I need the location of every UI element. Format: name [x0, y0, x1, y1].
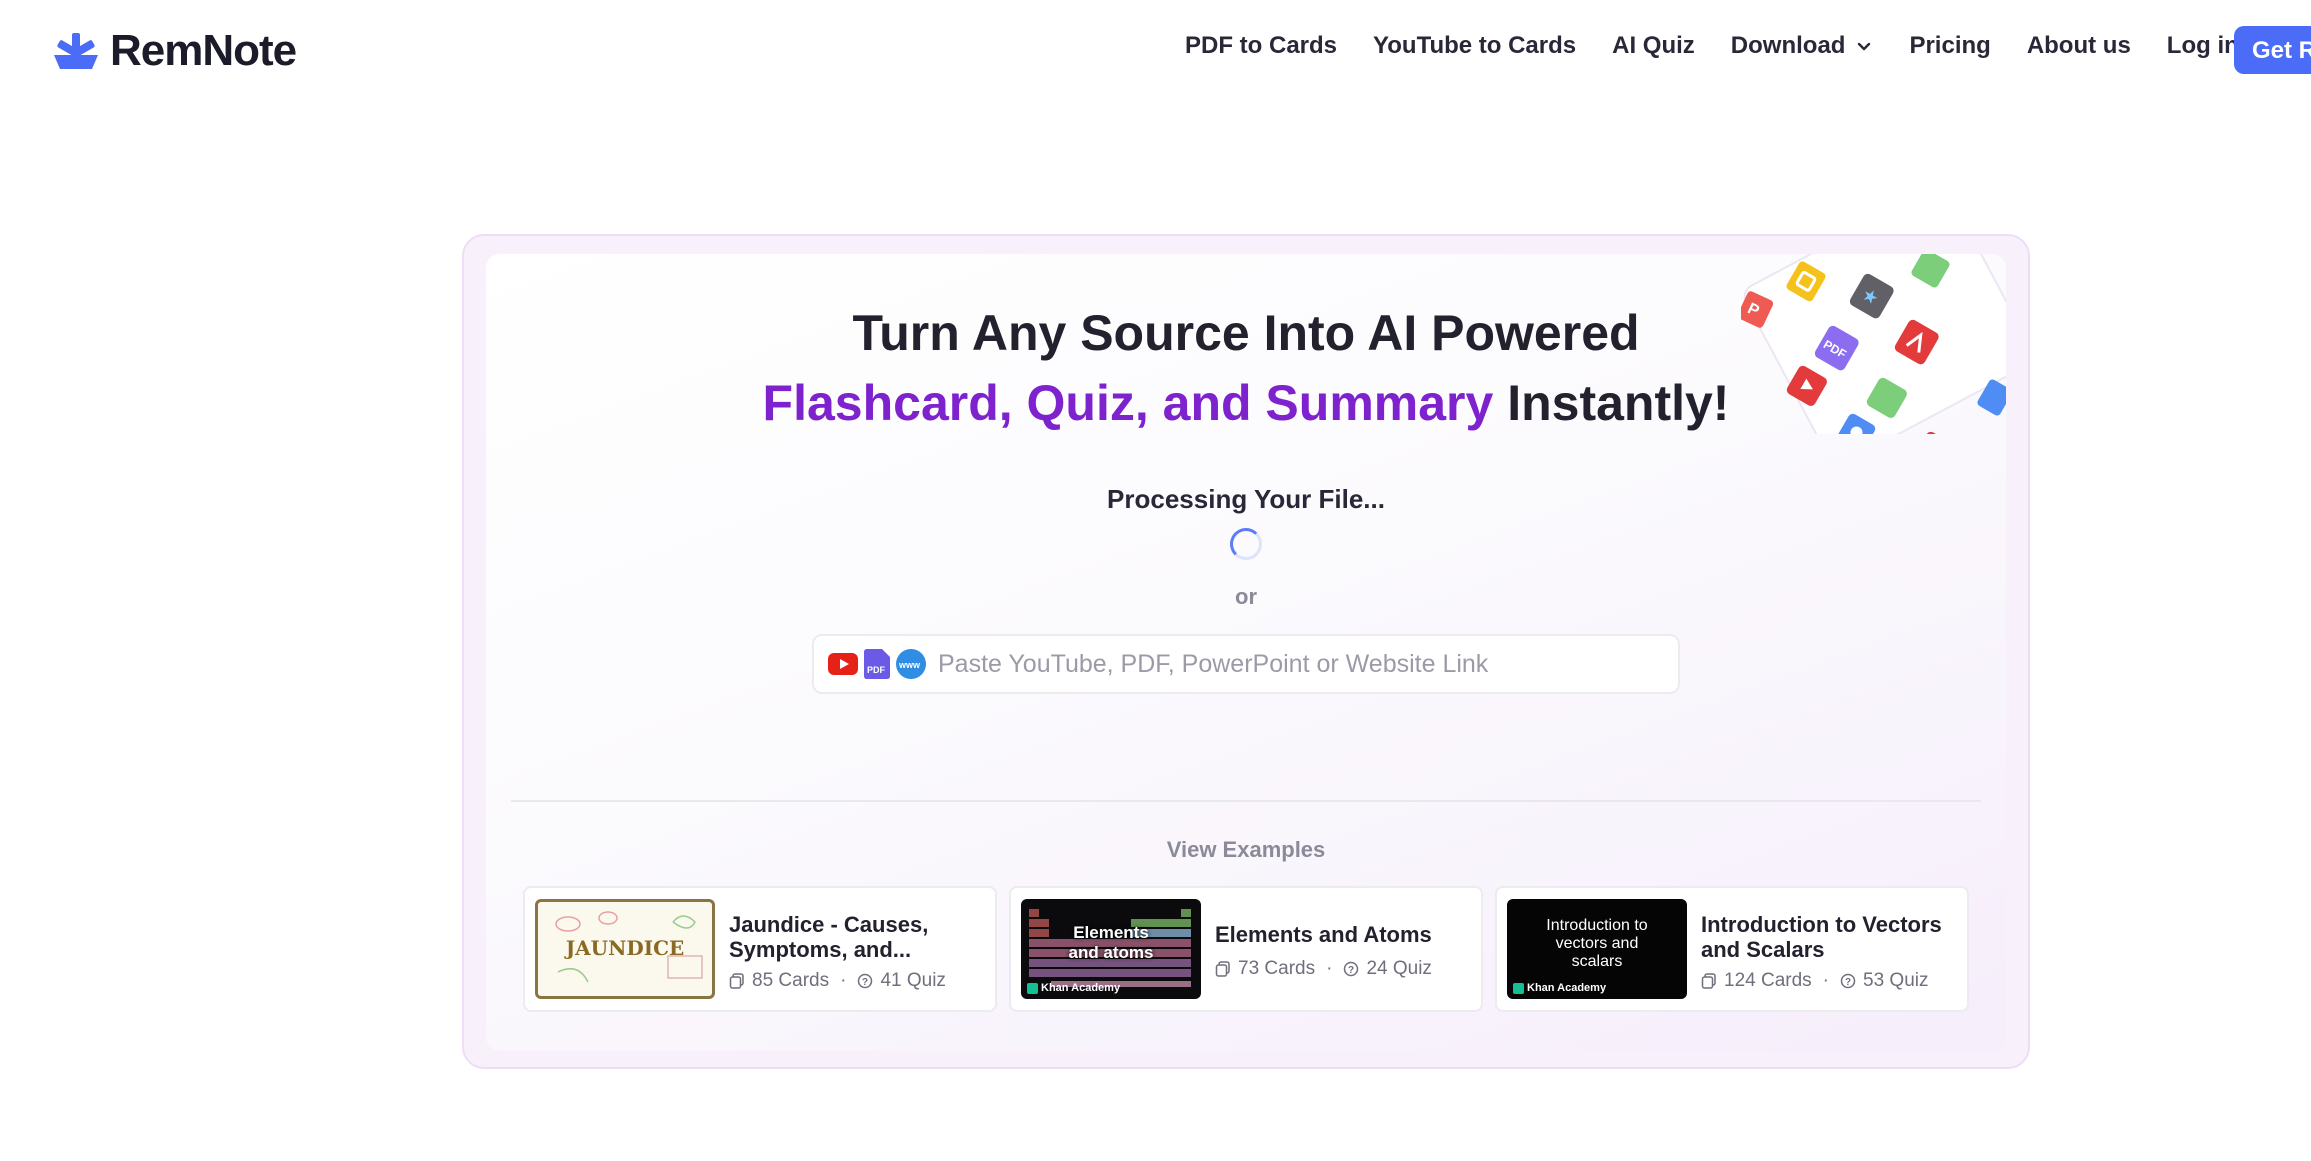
- example-quiz-count: 41 Quiz: [880, 970, 946, 991]
- example-thumbnail: Introduction to vectors and scalars Khan…: [1507, 899, 1687, 999]
- processing-status: Processing Your File...: [1107, 484, 1385, 514]
- pdf-file-icon: PDF: [864, 649, 890, 679]
- nav-download-label: Download: [1730, 32, 1846, 59]
- khan-academy-label: Khan Academy: [1527, 982, 1607, 994]
- hero-title-line2: Flashcard, Quiz, and Summary Instantly!: [486, 374, 2006, 432]
- quiz-question-icon: ?: [858, 973, 873, 989]
- source-icons: PDF www: [828, 649, 926, 679]
- svg-text:PDF: PDF: [867, 665, 886, 675]
- example-title: Elements and Atoms: [1215, 922, 1432, 947]
- svg-text:?: ?: [862, 977, 868, 988]
- thumbnail-caption: Elements and atoms: [1068, 923, 1154, 962]
- loading-spinner-icon: [1230, 528, 1262, 560]
- example-cards-count: 73 Cards: [1238, 958, 1316, 979]
- get-remnote-button[interactable]: Get Re: [2234, 26, 2311, 74]
- example-meta: 85 Cards · ? 41 Quiz: [729, 970, 946, 992]
- brand-logo[interactable]: RemNote: [52, 26, 297, 76]
- link-input[interactable]: [938, 649, 1638, 679]
- nav-links: PDF to Cards YouTube to Cards AI Quiz Do…: [1185, 32, 2275, 60]
- website-globe-icon: www: [896, 649, 926, 679]
- example-meta: 73 Cards · ? 24 Quiz: [1215, 958, 1432, 980]
- example-thumbnail: JAUNDICE: [535, 899, 715, 999]
- chevron-down-icon: [1858, 42, 1871, 51]
- example-card-vectors-scalars[interactable]: Introduction to vectors and scalars Khan…: [1495, 886, 1969, 1012]
- thumbnail-caption: Introduction to vectors and scalars: [1546, 917, 1648, 970]
- section-divider: [511, 800, 1981, 802]
- hero-title-line1: Turn Any Source Into AI Powered: [852, 305, 1640, 361]
- cards-icon: [729, 973, 744, 989]
- link-input-box[interactable]: PDF www: [812, 634, 1680, 694]
- quiz-question-icon: ?: [1344, 961, 1359, 977]
- youtube-icon: [828, 653, 858, 675]
- example-title: Introduction to Vectors and Scalars: [1701, 912, 1942, 962]
- nav-download[interactable]: Download: [1731, 32, 1874, 60]
- hero-title-highlight: Flashcard, Quiz, and Summary: [762, 375, 1494, 431]
- svg-text:www: www: [898, 660, 921, 670]
- svg-text:?: ?: [1845, 977, 1851, 988]
- example-cards-count: 124 Cards: [1724, 970, 1812, 991]
- example-meta: 124 Cards · ? 53 Quiz: [1701, 970, 1928, 992]
- nav-log-in[interactable]: Log in: [2167, 32, 2239, 60]
- svg-text:?: ?: [1348, 965, 1354, 976]
- nav-pdf-to-cards[interactable]: PDF to Cards: [1185, 32, 1337, 60]
- khan-academy-label: Khan Academy: [1041, 982, 1121, 994]
- nav-pricing[interactable]: Pricing: [1909, 32, 1990, 60]
- view-examples-heading: View Examples: [1166, 837, 1326, 862]
- or-separator: or: [1235, 584, 1257, 609]
- remnote-logo-icon: [54, 33, 98, 69]
- khan-academy-icon: [1027, 982, 1038, 994]
- thumbnail-caption: JAUNDICE: [565, 936, 685, 960]
- quiz-question-icon: ?: [1840, 973, 1856, 989]
- nav-youtube-to-cards[interactable]: YouTube to Cards: [1373, 32, 1576, 60]
- cards-icon: [1215, 961, 1230, 977]
- khan-academy-badge: Khan Academy: [1027, 982, 1120, 994]
- hero-title-tail: Instantly!: [1493, 375, 1730, 431]
- brand-name: RemNote: [110, 26, 297, 75]
- example-card-elements-atoms[interactable]: Elements and atoms Khan Academy Elements…: [1009, 886, 1483, 1012]
- khan-academy-icon: [1513, 982, 1524, 994]
- example-quiz-count: 53 Quiz: [1863, 970, 1929, 991]
- top-navigation: RemNote PDF to Cards YouTube to Cards AI…: [0, 0, 2311, 102]
- example-cards-count: 85 Cards: [752, 970, 830, 991]
- nav-about-us[interactable]: About us: [2027, 32, 2131, 60]
- example-quiz-count: 24 Quiz: [1366, 958, 1432, 979]
- nav-ai-quiz[interactable]: AI Quiz: [1612, 32, 1695, 60]
- khan-academy-badge: Khan Academy: [1513, 982, 1606, 994]
- example-card-jaundice[interactable]: JAUNDICE Jaundice - Causes, Symptoms, an…: [523, 886, 997, 1012]
- hero-card: P ★ PDF Turn Any Source Into AI Powered …: [486, 254, 2006, 1051]
- cards-icon: [1701, 973, 1716, 989]
- example-title: Jaundice - Causes, Symptoms, and...: [729, 912, 929, 962]
- example-thumbnail: Elements and atoms Khan Academy: [1021, 899, 1201, 999]
